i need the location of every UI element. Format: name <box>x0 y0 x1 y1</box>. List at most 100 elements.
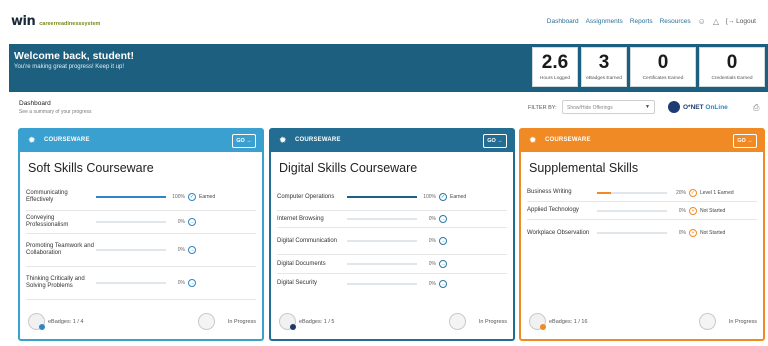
skill-row[interactable]: Computer Operations 100% ✓ Earned <box>277 184 507 211</box>
stat-label: eBadges Earned <box>586 76 622 81</box>
lightbulb-icon: ✹ <box>28 135 36 145</box>
skill-name: Business Writing <box>527 189 572 195</box>
badge-icon: → <box>188 246 196 254</box>
lightbulb-icon: ✹ <box>279 135 287 145</box>
badge-icon: → <box>439 260 447 268</box>
skill-row[interactable]: Digital Security 0% → <box>277 274 507 293</box>
skill-row[interactable]: Promoting Teamwork and Collaboration 0% … <box>26 234 256 267</box>
skill-row[interactable]: Communicating Effectively 100% ✓ Earned <box>26 184 256 211</box>
skill-status: ✓ Earned <box>439 193 466 201</box>
badge-icon: → <box>439 279 447 288</box>
progress-bar <box>96 221 166 223</box>
card-header: ✹ COURSEWARE GO → <box>20 130 262 152</box>
progress-percent: 0% <box>678 207 686 214</box>
badge-icon: → <box>439 215 447 223</box>
logout-icon: [→ <box>725 18 735 25</box>
ebadge-icon <box>28 313 45 330</box>
status-label: Level 1 Earned <box>700 189 734 196</box>
skill-status: ✓ Earned <box>188 193 215 201</box>
ebadge-icon <box>529 313 546 330</box>
progress-percent: 0% <box>428 216 436 222</box>
skill-status: → <box>439 260 447 268</box>
progress-percent: 0% <box>177 219 185 225</box>
welcome-banner: Welcome back, student! You're making gre… <box>9 44 768 92</box>
progress-percent: 100% <box>172 194 185 200</box>
start-icon: + <box>689 229 697 237</box>
stat-value: 3 <box>598 52 610 73</box>
progress-percent: 100% <box>423 194 436 200</box>
skill-name: Communicating Effectively <box>26 190 68 203</box>
skill-row[interactable]: Digital Documents 0% → <box>277 255 507 274</box>
go-button[interactable]: GO → <box>483 134 507 148</box>
nav-assignments[interactable]: Assignments <box>586 18 623 25</box>
skill-row[interactable]: Thinking Critically and Solving Problems… <box>26 267 256 300</box>
onet-brand: O*NET <box>683 103 704 111</box>
nav-dashboard[interactable]: Dashboard <box>547 18 579 25</box>
progress-bar <box>347 240 417 242</box>
card-type: COURSEWARE <box>295 137 341 143</box>
logout-label: Logout <box>736 18 756 25</box>
stat-label: Credentials Earned <box>711 76 753 81</box>
ebadges-count: eBadges: 1 / 5 <box>299 319 335 325</box>
skill-status: → <box>188 218 196 226</box>
start-icon: + <box>689 206 697 215</box>
skill-status: + Not Started <box>689 229 725 237</box>
stat-label: Hours Logged <box>539 76 571 81</box>
skill-row[interactable]: Digital Communication 0% → <box>277 228 507 255</box>
logout-link[interactable]: [→ Logout <box>726 18 756 25</box>
skill-row[interactable]: Business Writing 20% ✓ Level 1 Earned <box>527 184 757 202</box>
skill-list: Communicating Effectively 100% ✓ Earned C… <box>26 184 256 300</box>
progress-percent: 0% <box>428 238 436 244</box>
badge-icon: → <box>188 279 196 287</box>
go-button[interactable]: GO → <box>232 134 256 148</box>
skill-row[interactable]: Conveying Professionalism 0% → <box>26 211 256 234</box>
filter-dropdown[interactable]: Show/Hide Offerings ▼ <box>562 100 655 114</box>
go-label: GO <box>737 138 746 144</box>
skill-name: Thinking Critically and Solving Problems <box>26 276 85 289</box>
progress-bar <box>96 196 166 198</box>
skill-row[interactable]: Applied Technology 0% + Not Started <box>527 202 757 220</box>
progress-status: In Progress <box>478 319 507 325</box>
card-footer: eBadges: 1 / 16 In Progress <box>521 309 763 339</box>
skill-list: Business Writing 20% ✓ Level 1 Earned App… <box>527 184 757 246</box>
skill-status: + Not Started <box>689 206 725 215</box>
logo-tagline: careerreadinesssystem <box>39 21 101 27</box>
progress-percent: 0% <box>177 280 185 286</box>
progress-bar <box>597 232 667 234</box>
course-card-digital-skills: ✹ COURSEWARE GO → Digital Skills Coursew… <box>269 128 515 341</box>
welcome-title: Welcome back, student! <box>14 50 135 62</box>
arrow-right-icon: → <box>246 138 252 144</box>
user-icon[interactable]: ☺ <box>698 17 706 26</box>
stat-label: Certificates Earned <box>642 76 684 81</box>
go-button[interactable]: GO → <box>733 134 757 148</box>
bell-icon[interactable]: △ <box>713 17 719 26</box>
progress-status: In Progress <box>227 319 256 325</box>
progress-percent: 0% <box>177 247 185 253</box>
stat-value: 2.6 <box>541 52 569 73</box>
print-icon[interactable]: ⎙ <box>753 103 759 113</box>
ebadges-count: eBadges: 1 / 4 <box>48 319 84 325</box>
nav-resources[interactable]: Resources <box>660 18 691 25</box>
skill-name: Digital Security <box>277 280 318 286</box>
course-card-supplemental-skills: ✹ COURSEWARE GO → Supplemental Skills Bu… <box>519 128 765 341</box>
logo[interactable]: win careerreadinesssystem <box>11 14 100 29</box>
dashboard-title: Dashboard <box>19 100 51 107</box>
status-label: Not Started <box>700 230 726 236</box>
go-label: GO <box>236 138 245 144</box>
badge-icon: ✓ <box>689 188 697 197</box>
badge-icon: ✓ <box>188 193 196 201</box>
skill-row[interactable]: Internet Browsing 0% → <box>277 211 507 228</box>
progress-fill <box>347 196 417 198</box>
stat-value: 0 <box>726 52 738 73</box>
stat-hours-logged: 2.6 Hours Logged <box>532 47 578 87</box>
card-header: ✹ COURSEWARE GO → <box>271 130 513 152</box>
onet-online-link[interactable]: O*NET OnLine <box>668 101 728 113</box>
card-header: ✹ COURSEWARE GO → <box>521 130 763 152</box>
progress-bar <box>96 282 166 284</box>
progress-bar <box>347 282 417 285</box>
card-title: Digital Skills Courseware <box>279 161 418 175</box>
nav-reports[interactable]: Reports <box>630 18 653 25</box>
skill-row[interactable]: Workplace Observation 0% + Not Started <box>527 220 757 246</box>
ebadges-count: eBadges: 1 / 16 <box>549 319 588 325</box>
skill-list: Computer Operations 100% ✓ Earned Interne… <box>277 184 507 293</box>
